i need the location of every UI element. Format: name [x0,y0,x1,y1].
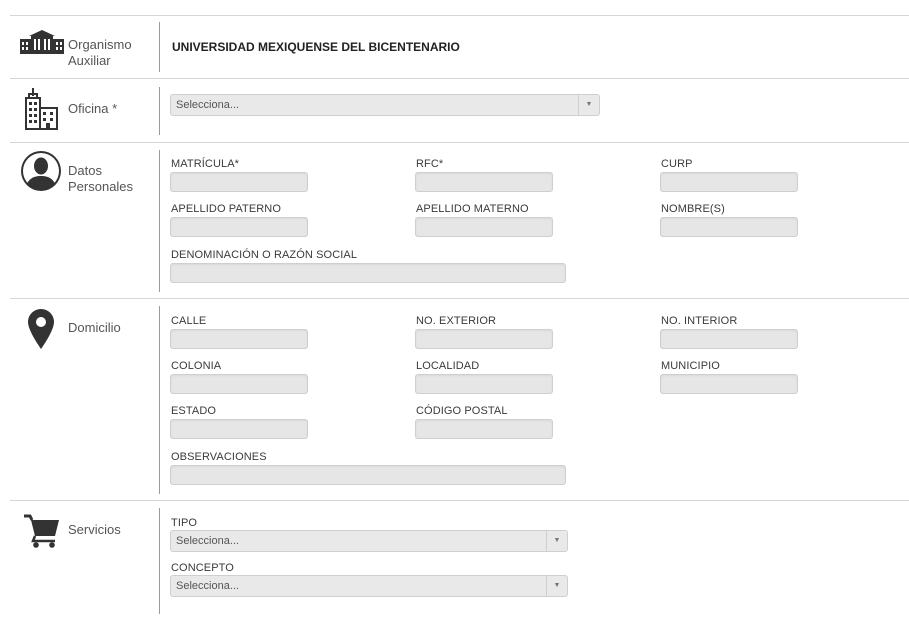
observaciones-label: OBSERVACIONES [171,451,267,463]
concepto-select-value: Selecciona... [176,580,239,592]
section-divider [10,500,909,501]
organismo-label: Organismo Auxiliar [68,37,132,68]
municipio-input[interactable] [660,374,798,394]
vertical-divider [159,150,160,292]
concepto-label: CONCEPTO [171,562,234,574]
map-pin-icon [28,309,54,349]
apellido-materno-label: APELLIDO MATERNO [416,203,529,215]
tipo-label: TIPO [171,517,198,529]
vertical-divider [159,508,160,614]
razon-social-label: DENOMINACIÓN O RAZÓN SOCIAL [171,249,358,261]
codigo-postal-label: CÓDIGO POSTAL [416,405,508,417]
apellido-materno-input[interactable] [415,217,553,237]
section-divider [10,142,909,143]
tipo-select[interactable]: Selecciona... ▼ [170,530,568,552]
nombre-label: NOMBRE(S) [661,203,725,215]
razon-social-input[interactable] [170,263,566,283]
vertical-divider [159,306,160,494]
oficina-label: Oficina * [68,101,118,116]
apellido-paterno-label: APELLIDO PATERNO [171,203,281,215]
no-interior-input[interactable] [660,329,798,349]
colonia-input[interactable] [170,374,308,394]
shopping-cart-icon [24,514,59,548]
organismo-value: UNIVERSIDAD MEXIQUENSE DEL BICENTENARIO [172,40,460,54]
top-divider [10,15,909,16]
servicios-label: Servicios [68,522,121,537]
tipo-select-value: Selecciona... [176,535,239,547]
chevron-down-icon[interactable]: ▼ [546,576,567,596]
oficina-select-value: Selecciona... [176,99,239,111]
no-exterior-label: NO. EXTERIOR [416,315,497,327]
no-interior-label: NO. INTERIOR [661,315,738,327]
vertical-divider [159,87,160,135]
estado-label: ESTADO [171,405,217,417]
curp-input[interactable] [660,172,798,192]
matricula-input[interactable] [170,172,308,192]
matricula-label: MATRÍCULA* [171,158,240,170]
domicilio-label: Domicilio [68,320,121,335]
rfc-label: RFC* [416,158,444,170]
codigo-postal-input[interactable] [415,419,553,439]
observaciones-input[interactable] [170,465,566,485]
rfc-input[interactable] [415,172,553,192]
apellido-paterno-input[interactable] [170,217,308,237]
datos-personales-label: Datos Personales [68,163,134,194]
user-avatar-icon [21,151,61,191]
chevron-down-icon[interactable]: ▼ [578,95,599,115]
section-divider [10,78,909,79]
office-buildings-icon [25,88,58,130]
colonia-label: COLONIA [171,360,222,372]
building-bank-icon [20,30,64,54]
estado-input[interactable] [170,419,308,439]
calle-input[interactable] [170,329,308,349]
curp-label: CURP [661,158,693,170]
no-exterior-input[interactable] [415,329,553,349]
chevron-down-icon[interactable]: ▼ [546,531,567,551]
localidad-input[interactable] [415,374,553,394]
concepto-select[interactable]: Selecciona... ▼ [170,575,568,597]
localidad-label: LOCALIDAD [416,360,480,372]
calle-label: CALLE [171,315,207,327]
oficina-select[interactable]: Selecciona... ▼ [170,94,600,116]
vertical-divider [159,22,160,72]
nombre-input[interactable] [660,217,798,237]
municipio-label: MUNICIPIO [661,360,720,372]
section-divider [10,298,909,299]
